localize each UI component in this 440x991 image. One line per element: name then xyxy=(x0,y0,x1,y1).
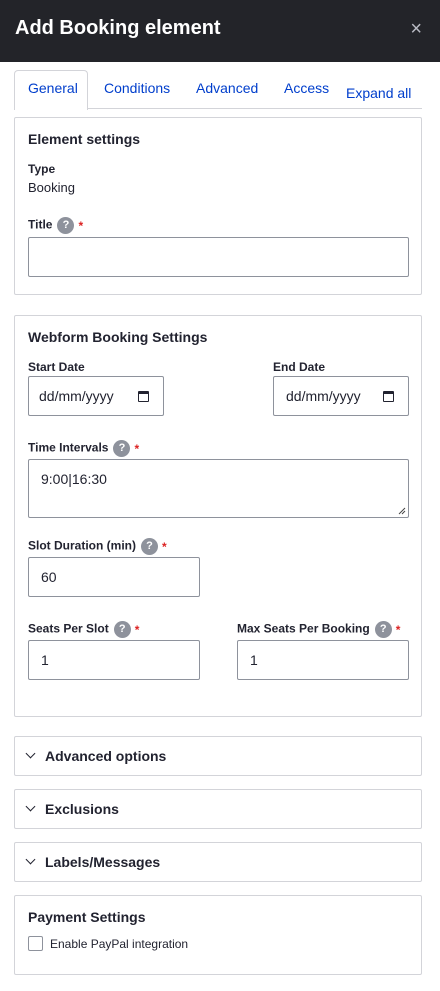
time-intervals-label: Time Intervals? * xyxy=(28,440,139,457)
booking-settings-title: Webform Booking Settings xyxy=(28,329,208,345)
title-label: Title? * xyxy=(28,217,83,234)
exclusions-label: Exclusions xyxy=(45,801,119,817)
advanced-options-label: Advanced options xyxy=(45,748,167,764)
seats-per-slot-label-text: Seats Per Slot xyxy=(28,621,109,636)
payment-settings-card: Payment Settings Enable PayPal integrati… xyxy=(14,895,422,975)
expand-all-link[interactable]: Expand all xyxy=(346,85,411,101)
payment-settings-title: Payment Settings xyxy=(28,909,146,925)
seats-per-slot-input[interactable]: 1 xyxy=(28,640,200,680)
dialog-titlebar: Add Booking element × xyxy=(0,0,440,62)
required-marker: * xyxy=(78,218,84,233)
slot-duration-label: Slot Duration (min)? * xyxy=(28,538,167,555)
help-icon[interactable]: ? xyxy=(374,621,392,638)
start-date-label: Start Date xyxy=(28,360,85,374)
slot-duration-label-text: Slot Duration (min) xyxy=(28,538,136,553)
paypal-checkbox[interactable] xyxy=(28,936,43,951)
title-input[interactable] xyxy=(28,237,409,277)
max-seats-input[interactable]: 1 xyxy=(237,640,409,680)
element-settings-title: Element settings xyxy=(28,131,141,147)
type-value: Booking xyxy=(28,180,75,195)
resize-handle-icon[interactable] xyxy=(398,507,406,515)
booking-settings-card: Webform Booking Settings Start Date dd/m… xyxy=(14,315,422,717)
labels-messages-toggle[interactable]: Labels/Messages xyxy=(14,842,422,882)
end-date-label: End Date xyxy=(273,360,326,374)
slot-duration-input[interactable]: 60 xyxy=(28,557,200,597)
chevron-down-icon xyxy=(25,801,36,812)
start-date-input[interactable]: dd/mm/yyyy xyxy=(28,376,164,416)
seats-per-slot-label: Seats Per Slot? * xyxy=(28,621,139,638)
start-date-value: dd/mm/yyyy xyxy=(39,388,114,404)
help-icon[interactable]: ? xyxy=(57,217,75,234)
advanced-options-toggle[interactable]: Advanced options xyxy=(14,736,422,776)
dialog-title: Add Booking element xyxy=(15,17,221,39)
end-date-input[interactable]: dd/mm/yyyy xyxy=(273,376,409,416)
time-intervals-label-text: Time Intervals xyxy=(28,440,109,455)
title-label-text: Title xyxy=(28,217,53,232)
calendar-icon[interactable] xyxy=(383,391,394,402)
close-icon[interactable]: × xyxy=(410,19,422,39)
required-marker: * xyxy=(395,622,401,637)
paypal-checkbox-label[interactable]: Enable PayPal integration xyxy=(50,937,188,951)
chevron-down-icon xyxy=(25,854,36,865)
labels-messages-label: Labels/Messages xyxy=(45,854,161,870)
type-label: Type xyxy=(28,162,56,176)
calendar-icon[interactable] xyxy=(138,391,149,402)
help-icon[interactable]: ? xyxy=(113,621,131,638)
required-marker: * xyxy=(134,441,140,456)
max-seats-label: Max Seats Per Booking? * xyxy=(237,621,400,638)
required-marker: * xyxy=(134,622,140,637)
chevron-down-icon xyxy=(25,748,36,759)
max-seats-label-text: Max Seats Per Booking xyxy=(237,621,370,636)
tab-general-label[interactable]: General xyxy=(28,80,78,96)
time-intervals-value: 9:00|16:30 xyxy=(41,471,107,487)
tab-advanced[interactable]: Advanced xyxy=(196,80,258,96)
required-marker: * xyxy=(162,539,167,554)
help-icon[interactable]: ? xyxy=(113,440,131,457)
end-date-value: dd/mm/yyyy xyxy=(286,388,361,404)
element-settings-card: Element settings Type Booking Title? * xyxy=(14,117,422,295)
tab-access[interactable]: Access xyxy=(284,80,329,96)
exclusions-toggle[interactable]: Exclusions xyxy=(14,789,422,829)
time-intervals-textarea[interactable]: 9:00|16:30 xyxy=(28,459,409,518)
help-icon[interactable]: ? xyxy=(141,538,158,555)
tab-conditions[interactable]: Conditions xyxy=(104,80,170,96)
